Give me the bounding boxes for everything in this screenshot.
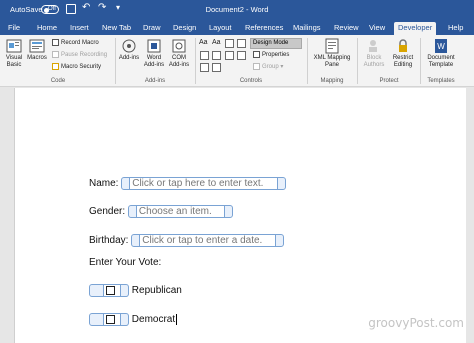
democrat-label: Democrat	[131, 314, 176, 326]
tab-references[interactable]: References	[241, 22, 287, 35]
block-authors-icon	[369, 40, 377, 52]
democrat-checkbox-control[interactable]	[89, 313, 129, 326]
document-title: Document2 - Word	[205, 5, 269, 14]
gender-placeholder[interactable]: Choose an item.	[136, 205, 224, 218]
group-label-controls: Controls	[239, 78, 263, 84]
rich-text-control[interactable]: Aa	[199, 39, 208, 46]
document-area: Name: Click or tap here to enter text. G…	[0, 88, 474, 343]
properties-button[interactable]: Properties	[253, 51, 289, 58]
tab-developer[interactable]: Developer	[394, 22, 437, 35]
tab-layout[interactable]: Layout	[205, 22, 236, 35]
macros-button[interactable]: Macros	[26, 38, 48, 62]
vote-label: Enter Your Vote:	[89, 257, 162, 268]
document-page[interactable]: Name: Click or tap here to enter text. G…	[14, 88, 466, 343]
republican-label: Republican	[131, 285, 182, 297]
com-addins-button[interactable]: COM Add-ins	[167, 38, 191, 69]
combo-box-control-icon[interactable]	[212, 51, 221, 60]
xml-mapping-pane-button[interactable]: XML Mapping Pane	[310, 38, 354, 69]
group-label-templates: Templates	[427, 78, 455, 84]
gender-line: Gender: Choose an item.	[89, 205, 234, 218]
block-authors-button[interactable]: Block Authors	[360, 38, 388, 69]
birthday-line: Birthday: Click or tap to enter a date.	[89, 234, 285, 247]
name-content-control[interactable]: Click or tap here to enter text.	[121, 177, 287, 190]
legacy-tools-icon[interactable]	[212, 63, 221, 72]
birthday-label: Birthday:	[89, 235, 129, 247]
republican-line: Republican	[89, 284, 182, 297]
ribbon: Visual Basic Macros Record Macro Pause R…	[0, 35, 474, 87]
visual-basic-icon	[6, 39, 22, 53]
dropdown-control-icon[interactable]	[225, 51, 234, 60]
watermark: groovyPost.com	[368, 316, 464, 330]
repeating-section-control-icon[interactable]	[200, 63, 209, 72]
xml-mapping-icon	[325, 38, 339, 54]
document-template-button[interactable]: W Document Template	[422, 38, 460, 69]
addins-icon	[122, 39, 136, 53]
tab-file[interactable]: File	[4, 22, 24, 35]
pause-icon	[52, 51, 59, 58]
word-addins-button[interactable]: Word Add-ins	[142, 38, 166, 69]
ribbon-tabs: File Home Insert New Tab Draw Design Lay…	[0, 20, 474, 35]
group-label-protect: Protect	[379, 78, 399, 84]
democrat-line: Democrat	[89, 313, 178, 326]
name-label: Name:	[89, 178, 119, 190]
com-addins-icon	[172, 39, 186, 53]
plain-text-control[interactable]: Aa	[212, 39, 221, 46]
democrat-checkbox[interactable]	[106, 315, 115, 324]
restrict-editing-button[interactable]: Restrict Editing	[389, 38, 417, 69]
birthday-placeholder[interactable]: Click or tap to enter a date.	[140, 234, 276, 247]
picture-control-icon[interactable]	[225, 39, 234, 48]
tab-home[interactable]: Home	[33, 22, 61, 35]
properties-icon	[253, 51, 260, 58]
warning-icon	[52, 63, 59, 70]
date-picker-control-icon[interactable]	[237, 51, 246, 60]
tab-mailings[interactable]: Mailings	[289, 22, 325, 35]
tab-view[interactable]: View	[365, 22, 389, 35]
design-mode-button[interactable]: Design Mode	[250, 38, 302, 49]
gender-label: Gender:	[89, 206, 126, 218]
macro-security-button[interactable]: Macro Security	[52, 63, 101, 70]
republican-checkbox-control[interactable]	[89, 284, 129, 297]
tab-design[interactable]: Design	[169, 22, 200, 35]
checkbox-control-icon[interactable]	[200, 51, 209, 60]
visual-basic-button[interactable]: Visual Basic	[3, 38, 25, 69]
macros-icon	[29, 39, 45, 53]
gender-dropdown-control[interactable]: Choose an item.	[127, 205, 234, 218]
name-placeholder[interactable]: Click or tap here to enter text.	[130, 177, 278, 190]
group-button[interactable]: Group ▾	[253, 63, 283, 70]
document-template-icon: W	[435, 39, 447, 53]
pause-recording-button[interactable]: Pause Recording	[52, 51, 107, 58]
tab-help[interactable]: Help	[444, 22, 467, 35]
group-label-addins: Add-ins	[144, 78, 166, 84]
tab-draw[interactable]: Draw	[139, 22, 165, 35]
group-icon	[253, 63, 260, 70]
name-line: Name: Click or tap here to enter text.	[89, 177, 287, 190]
tab-new-tab[interactable]: New Tab	[98, 22, 135, 35]
birthday-date-control[interactable]: Click or tap to enter a date.	[131, 234, 285, 247]
tab-review[interactable]: Review	[330, 22, 363, 35]
building-block-control-icon[interactable]	[237, 39, 246, 48]
republican-checkbox[interactable]	[106, 286, 115, 295]
group-label-code: Code	[50, 78, 66, 84]
word-addins-icon	[147, 39, 161, 53]
title-bar: AutoSave Off ↶ ↷ ▾ Document2 - Word	[0, 0, 474, 20]
text-cursor	[176, 314, 178, 325]
lock-icon	[399, 39, 407, 52]
svg-text:W: W	[437, 42, 445, 51]
addins-button[interactable]: Add-ins	[117, 38, 141, 62]
tab-insert[interactable]: Insert	[66, 22, 93, 35]
group-label-mapping: Mapping	[320, 78, 344, 84]
record-macro-icon	[52, 39, 59, 46]
record-macro-button[interactable]: Record Macro	[52, 39, 99, 46]
